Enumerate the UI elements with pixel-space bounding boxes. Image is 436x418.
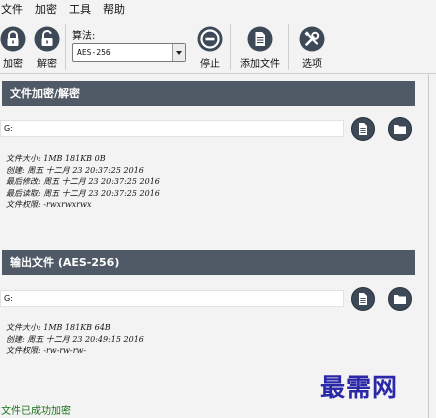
document-icon: [359, 293, 367, 305]
document-icon: [359, 123, 367, 135]
input-file-permissions: 文件权限: -rwxrwxrwx: [6, 200, 92, 209]
chevron-down-icon[interactable]: [172, 44, 185, 61]
encrypt-label: 加密: [3, 59, 23, 70]
window-right-border: [428, 74, 429, 418]
toolbar-separator: [65, 24, 66, 70]
lock-closed-icon: [0, 26, 26, 52]
menu-bar: 文件 加密 工具 帮助: [0, 0, 436, 20]
output-file-info: 文件大小: 1MB 181KB 64B 创建: 周五 十二月 23 20:49:…: [6, 322, 144, 357]
lock-open-icon: [34, 26, 60, 52]
stop-button[interactable]: 停止: [197, 26, 223, 70]
input-section-header: 文件加密/解密: [2, 81, 415, 106]
algorithm-label: 算法:: [72, 31, 96, 42]
document-icon: [247, 26, 273, 52]
input-browse-button[interactable]: [388, 117, 412, 141]
decrypt-label: 解密: [37, 59, 57, 70]
output-browse-button[interactable]: [388, 287, 412, 311]
stop-icon: [197, 26, 223, 52]
folder-icon: [394, 125, 406, 134]
algorithm-select[interactable]: AES-256: [72, 43, 186, 62]
input-file-accessed: 最后读取: 周五 十二月 23 20:37:25 2016: [6, 188, 160, 198]
folder-icon: [394, 295, 406, 304]
output-section-header: 输出文件 (AES-256): [2, 250, 415, 275]
algorithm-value: AES-256: [77, 48, 111, 57]
output-file-permissions: 文件权限: -rw-rw-rw-: [6, 346, 87, 355]
status-message: 文件已成功加密: [1, 406, 71, 417]
input-path-field[interactable]: G:: [0, 120, 344, 137]
add-file-button[interactable]: 添加文件: [240, 26, 280, 70]
output-path-value: G:: [4, 294, 13, 303]
menu-help[interactable]: 帮助: [103, 0, 125, 20]
add-file-label: 添加文件: [240, 59, 280, 70]
watermark-text: 最需网: [320, 373, 399, 402]
toolbar: 加密 解密 算法: AES-256 停止 添加文件 选项: [0, 20, 436, 74]
options-button[interactable]: 选项: [299, 26, 325, 70]
output-path-field[interactable]: G:: [0, 290, 344, 307]
toolbar-separator: [230, 24, 231, 70]
output-file-created: 创建: 周五 十二月 23 20:49:15 2016: [6, 334, 144, 344]
toolbar-separator: [288, 24, 289, 70]
input-path-value: G:: [4, 124, 13, 133]
input-file-modified: 最后修改: 周五 十二月 23 20:37:25 2016: [6, 177, 160, 186]
menu-file[interactable]: 文件: [1, 0, 23, 20]
output-file-info-button[interactable]: [351, 287, 375, 311]
output-file-size: 文件大小: 1MB 181KB 64B: [6, 323, 111, 332]
input-file-info: 文件大小: 1MB 181KB 0B 创建: 周五 十二月 23 20:37:2…: [6, 153, 160, 211]
input-file-created: 创建: 周五 十二月 23 20:37:25 2016: [6, 165, 144, 175]
options-label: 选项: [302, 59, 322, 70]
input-file-info-button[interactable]: [351, 117, 375, 141]
stop-label: 停止: [200, 59, 220, 70]
menu-encrypt[interactable]: 加密: [35, 0, 57, 20]
decrypt-button[interactable]: 解密: [34, 26, 60, 70]
input-file-size: 文件大小: 1MB 181KB 0B: [6, 154, 106, 163]
tools-icon: [299, 26, 325, 52]
menu-tools[interactable]: 工具: [69, 0, 91, 20]
encrypt-button[interactable]: 加密: [0, 26, 26, 70]
